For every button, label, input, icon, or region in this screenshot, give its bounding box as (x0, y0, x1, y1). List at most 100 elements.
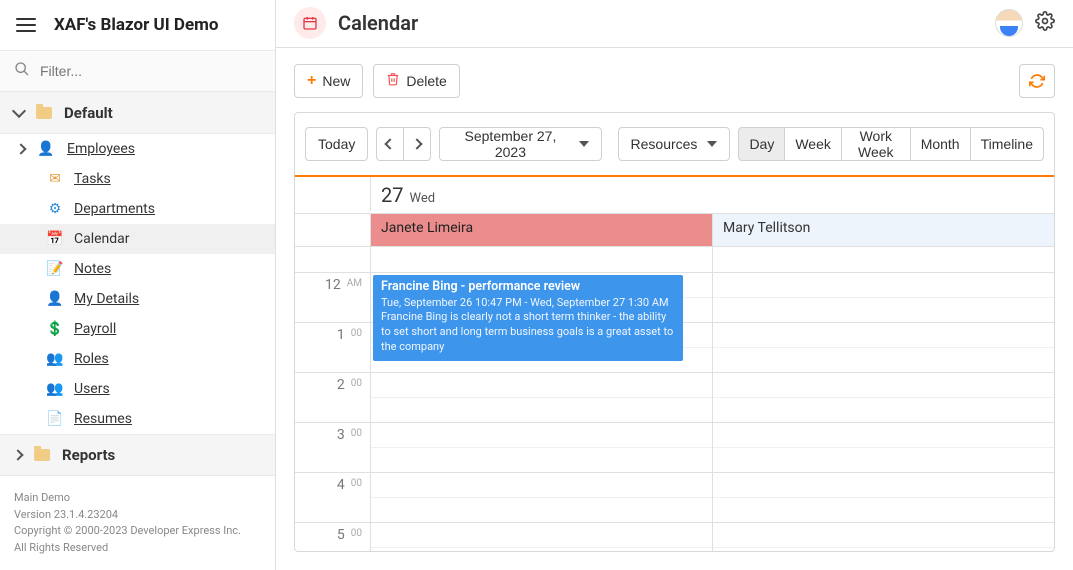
resource-header[interactable]: Mary Tellitson (713, 214, 1054, 246)
chevron-right-icon (412, 138, 423, 149)
time-cell[interactable] (713, 523, 1054, 552)
button-label: New (322, 73, 350, 89)
refresh-icon (1029, 73, 1045, 89)
appointment-time: Tue, September 26 10:47 PM - Wed, Septem… (381, 296, 675, 311)
min-label: 00 (351, 428, 362, 439)
time-cell[interactable] (713, 373, 1054, 422)
folder-icon (36, 107, 52, 119)
nav-payroll[interactable]: 💲 Payroll (0, 314, 275, 344)
group-label: Default (64, 104, 113, 122)
date-label: September 27, 2023 (452, 128, 568, 160)
group-reports[interactable]: Reports (0, 434, 275, 476)
nav-label: Employees (67, 141, 135, 157)
next-button[interactable] (404, 127, 431, 161)
page-title: Calendar (338, 11, 418, 35)
button-label: Resources (631, 136, 698, 152)
footer-line: Copyright © 2000-2023 Developer Express … (14, 523, 261, 540)
notes-icon: 📝 (46, 261, 64, 277)
departments-icon: ⚙ (46, 201, 64, 217)
view-month[interactable]: Month (911, 127, 971, 161)
nav-roles[interactable]: 👥 Roles (0, 344, 275, 374)
footer: Main Demo Version 23.1.4.23204 Copyright… (0, 480, 275, 570)
resource-header[interactable]: Janete Limeira (371, 214, 713, 246)
nav-users[interactable]: 👥 Users (0, 374, 275, 404)
nav-my-details[interactable]: 👤 My Details (0, 284, 275, 314)
time-cell[interactable] (371, 423, 713, 472)
chevron-right-icon (12, 449, 23, 460)
dropdown-icon (707, 141, 717, 147)
roles-icon: 👥 (46, 351, 64, 367)
nav-departments[interactable]: ⚙ Departments (0, 194, 275, 224)
plus-icon: + (307, 72, 316, 90)
nav-calendar[interactable]: 📅 Calendar (0, 224, 275, 254)
time-cell[interactable] (713, 323, 1054, 372)
view-week[interactable]: Week (785, 127, 842, 161)
new-button[interactable]: + New (294, 64, 363, 98)
day-weekday: Wed (409, 191, 435, 206)
nav-label: Tasks (74, 171, 111, 187)
resumes-icon: 📄 (46, 411, 64, 427)
date-picker-button[interactable]: September 27, 2023 (439, 127, 601, 161)
settings-icon[interactable] (1035, 11, 1055, 36)
chevron-down-icon (12, 104, 26, 118)
filter-input[interactable] (40, 63, 261, 79)
resources-button[interactable]: Resources (618, 127, 731, 161)
time-cell[interactable] (713, 423, 1054, 472)
calendar-icon: 📅 (46, 231, 64, 247)
nav-label: Notes (74, 261, 111, 277)
nav-tasks[interactable]: ✉ Tasks (0, 164, 275, 194)
nav-employees[interactable]: 👤 Employees (0, 134, 275, 164)
filter-row (0, 50, 275, 92)
search-icon (14, 61, 30, 81)
prev-button[interactable] (376, 127, 404, 161)
group-default[interactable]: Default (0, 92, 275, 134)
min-label: 00 (351, 328, 362, 339)
footer-line: Version 23.1.4.23204 (14, 507, 261, 524)
time-cell[interactable] (371, 373, 713, 422)
chevron-left-icon (385, 138, 396, 149)
delete-button[interactable]: Delete (373, 64, 459, 98)
nav-label: Users (74, 381, 110, 397)
today-button[interactable]: Today (305, 127, 368, 161)
ampm-label: AM (347, 278, 362, 289)
time-grid: Francine Bing - performance review Tue, … (295, 273, 1054, 552)
user-avatar[interactable] (995, 9, 1023, 37)
footer-line: Main Demo (14, 490, 261, 507)
tasks-icon: ✉ (46, 171, 64, 187)
users-icon: 👥 (46, 381, 64, 397)
appointment[interactable]: Francine Bing - performance review Tue, … (373, 275, 683, 361)
all-day-cell[interactable] (713, 247, 1054, 272)
footer-line: All Rights Reserved (14, 540, 261, 557)
time-cell[interactable] (713, 273, 1054, 322)
nav-resumes[interactable]: 📄 Resumes (0, 404, 275, 434)
view-day[interactable]: Day (738, 127, 785, 161)
chevron-right-icon (15, 143, 26, 154)
day-number: 27 (381, 183, 403, 207)
employees-icon: 👤 (37, 141, 55, 157)
hour-label: 12 (325, 277, 341, 293)
nav-label: Roles (74, 351, 109, 367)
nav-label: Resumes (74, 411, 132, 427)
dropdown-icon (579, 141, 589, 147)
brand-title: XAF's Blazor UI Demo (54, 15, 218, 35)
day-label-row: 27 Wed (295, 177, 1054, 214)
group-label: Reports (62, 446, 115, 464)
min-label: 00 (351, 528, 362, 539)
menu-toggle[interactable] (12, 14, 40, 36)
my-details-icon: 👤 (46, 291, 64, 307)
time-cell[interactable] (371, 473, 713, 522)
appointment-title: Francine Bing - performance review (381, 279, 675, 296)
min-label: 00 (351, 478, 362, 489)
calendar-badge-icon (294, 7, 326, 39)
time-cell[interactable] (371, 523, 713, 552)
appointment-desc: Francine Bing is clearly not a short ter… (381, 310, 675, 355)
hour-label: 4 (337, 477, 345, 493)
hour-label: 1 (337, 327, 345, 343)
all-day-cell[interactable] (371, 247, 713, 272)
time-cell[interactable] (713, 473, 1054, 522)
refresh-button[interactable] (1019, 64, 1055, 98)
view-timeline[interactable]: Timeline (971, 127, 1044, 161)
view-work-week[interactable]: Work Week (842, 127, 911, 161)
nav-notes[interactable]: 📝 Notes (0, 254, 275, 284)
trash-icon (386, 72, 400, 90)
